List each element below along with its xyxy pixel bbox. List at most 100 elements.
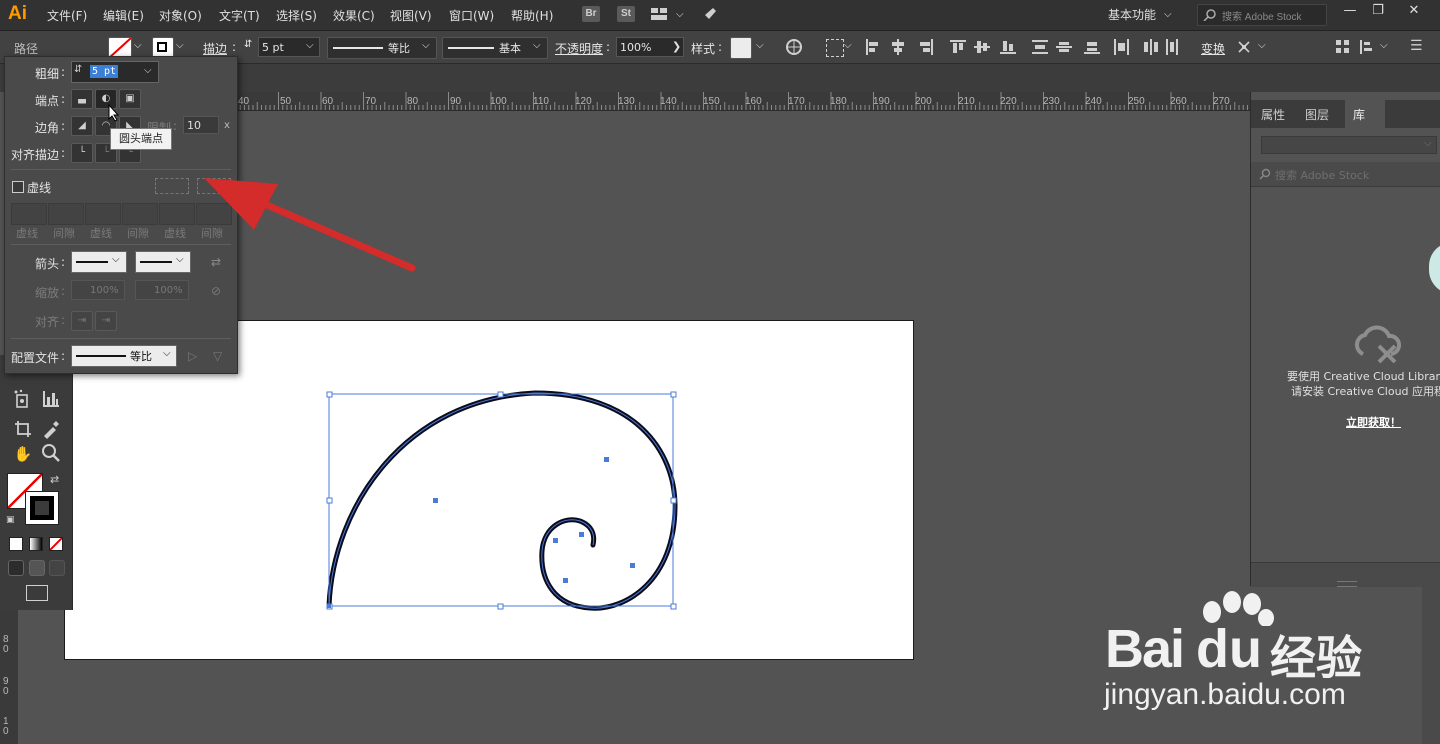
chevron-down-icon[interactable]: ⌵	[176, 254, 184, 265]
horizontal-ruler[interactable]: 40 50 60 70 80 90 100 110 120 130 140 15…	[236, 92, 1250, 111]
chevron-down-icon[interactable]: ⌵	[533, 40, 541, 51]
menu-window[interactable]: 窗口(W)	[449, 7, 494, 24]
flip-along-icon[interactable]: ▷	[188, 349, 197, 363]
end-arrowhead-select[interactable]: ⌵	[135, 251, 191, 273]
control-bar-menu-icon[interactable]: ☰	[1410, 38, 1423, 54]
chevron-down-icon[interactable]: ⌵	[844, 40, 852, 51]
align-center-button[interactable]: └	[71, 143, 93, 163]
menu-edit[interactable]: 编辑(E)	[103, 7, 144, 24]
flip-across-icon[interactable]: ▽	[213, 349, 222, 363]
stroke-color-swatch[interactable]	[25, 491, 59, 525]
spiral-path	[326, 390, 678, 611]
dash-field-2[interactable]	[85, 203, 121, 225]
eyedropper-tool-icon[interactable]	[40, 419, 62, 441]
draw-normal-icon[interactable]	[8, 560, 24, 576]
dash-field-3[interactable]	[159, 203, 195, 225]
miter-join-button[interactable]: ◢	[71, 116, 93, 136]
screen-mode-icon[interactable]	[26, 585, 48, 601]
artboard-tool-icon[interactable]	[12, 419, 34, 441]
workspace-switcher[interactable]: 基本功能	[1108, 6, 1156, 23]
menu-effect[interactable]: 效果(C)	[333, 7, 375, 24]
projecting-cap-button[interactable]: ▣	[119, 89, 141, 109]
dashed-line-checkbox[interactable]	[12, 181, 24, 193]
transform-pivot-icon[interactable]	[1236, 39, 1252, 55]
link-scale-icon[interactable]: ⊘	[211, 284, 221, 298]
none-mode-button[interactable]	[49, 537, 63, 551]
align-to-selection-icon[interactable]	[826, 39, 844, 57]
panel-options-icon[interactable]	[1360, 40, 1376, 54]
tab-properties[interactable]: 属性	[1261, 106, 1285, 123]
arrange-documents-icon[interactable]	[651, 8, 667, 20]
floating-help-bubble[interactable]	[1429, 242, 1440, 294]
tab-libraries[interactable]: 库	[1353, 106, 1365, 123]
arrow-tip-at-end-button[interactable]: ⇥	[95, 311, 117, 331]
arrow-tip-beyond-button[interactable]: ⇥	[71, 311, 93, 331]
menu-select[interactable]: 选择(S)	[276, 7, 317, 24]
stepper-icon[interactable]: ⇵	[244, 39, 252, 50]
color-mode-button[interactable]	[9, 537, 23, 551]
opacity-label[interactable]: 不透明度	[555, 40, 603, 57]
chevron-down-icon[interactable]: ⌵	[1380, 40, 1388, 51]
restore-button[interactable]: ❐	[1362, 0, 1394, 22]
butt-cap-button[interactable]: ▃	[71, 89, 93, 109]
bridge-icon[interactable]: Br	[582, 6, 600, 22]
close-button[interactable]: ✕	[1398, 0, 1430, 22]
gap-field-2[interactable]	[122, 203, 158, 225]
swap-fill-stroke-icon[interactable]: ⇄	[50, 473, 59, 486]
chevron-down-icon[interactable]: ⌵	[176, 40, 184, 51]
start-arrowhead-select[interactable]: ⌵	[71, 251, 127, 273]
menu-help[interactable]: 帮助(H)	[511, 7, 553, 24]
menu-object[interactable]: 对象(O)	[159, 7, 202, 24]
draw-inside-icon[interactable]	[49, 560, 65, 576]
gpu-rocket-icon[interactable]	[700, 6, 718, 24]
start-scale-field[interactable]: 100%	[71, 280, 125, 300]
menu-view[interactable]: 视图(V)	[390, 7, 432, 24]
vertical-scrollbar[interactable]	[1422, 586, 1440, 744]
stroke-label[interactable]: 描边	[203, 40, 227, 57]
preserve-dash-button[interactable]	[155, 178, 189, 194]
chevron-down-icon[interactable]: ⌵	[1424, 138, 1432, 149]
dash-field-1[interactable]	[11, 203, 47, 225]
column-graph-tool-icon[interactable]	[40, 389, 62, 411]
weight-value[interactable]: 5 pt	[90, 65, 119, 78]
chevron-down-icon[interactable]: ⌵	[163, 348, 171, 359]
get-it-now-link[interactable]: 立即获取！	[1346, 414, 1401, 430]
default-fill-stroke-icon[interactable]: ▣	[6, 515, 15, 525]
width-profile-select[interactable]: 等比 ⌵	[71, 345, 177, 367]
chevron-down-icon[interactable]: ⌵	[422, 40, 430, 51]
vertical-ruler[interactable]: 8 0 9 0 1 0	[0, 610, 18, 744]
gap-field-1[interactable]	[48, 203, 84, 225]
transform-label[interactable]: 变换	[1201, 40, 1225, 57]
chevron-down-icon[interactable]: ⌵	[306, 40, 314, 51]
variable-width-profile[interactable]: 等比	[327, 37, 437, 59]
menu-file[interactable]: 文件(F)	[47, 7, 87, 24]
gradient-mode-button[interactable]	[29, 537, 43, 551]
stock-search-input[interactable]: 搜索 Adobe Stock	[1197, 4, 1327, 26]
chevron-down-icon[interactable]: ⌵	[144, 65, 152, 76]
library-select[interactable]: ⌵	[1261, 136, 1437, 154]
limit-field[interactable]: 10	[183, 116, 219, 134]
library-search-input[interactable]: 搜索 Adobe Stock	[1251, 162, 1440, 187]
chevron-down-icon[interactable]: ⌵	[676, 9, 684, 20]
isolate-group-icon[interactable]	[1336, 40, 1350, 54]
chevron-down-icon[interactable]: ⌵	[756, 40, 764, 51]
stock-icon[interactable]: St	[617, 6, 635, 22]
end-scale-field[interactable]: 100%	[135, 280, 189, 300]
tab-layers[interactable]: 图层	[1305, 106, 1329, 123]
chevron-down-icon[interactable]: ⌵	[112, 254, 120, 265]
recolor-artwork-icon[interactable]	[785, 38, 803, 56]
symbol-sprayer-tool-icon[interactable]	[12, 389, 34, 411]
graphic-style-swatch[interactable]	[730, 37, 752, 59]
weight-field[interactable]: ⇵ 5 pt ⌵	[71, 61, 159, 83]
menu-type[interactable]: 文字(T)	[219, 7, 260, 24]
chevron-down-icon[interactable]: ⌵	[134, 40, 142, 51]
resize-grip-icon[interactable]	[1337, 581, 1357, 587]
chevron-right-icon[interactable]: ❯	[672, 40, 681, 53]
scale-label: 缩放	[35, 286, 60, 300]
chevron-down-icon[interactable]: ⌵	[1164, 9, 1172, 20]
draw-behind-icon[interactable]	[29, 560, 45, 576]
hand-tool-icon[interactable]: ✋	[12, 443, 34, 465]
stepper-icon[interactable]: ⇵	[74, 64, 82, 75]
chevron-down-icon[interactable]: ⌵	[1258, 40, 1266, 51]
zoom-tool-icon[interactable]	[40, 443, 62, 465]
